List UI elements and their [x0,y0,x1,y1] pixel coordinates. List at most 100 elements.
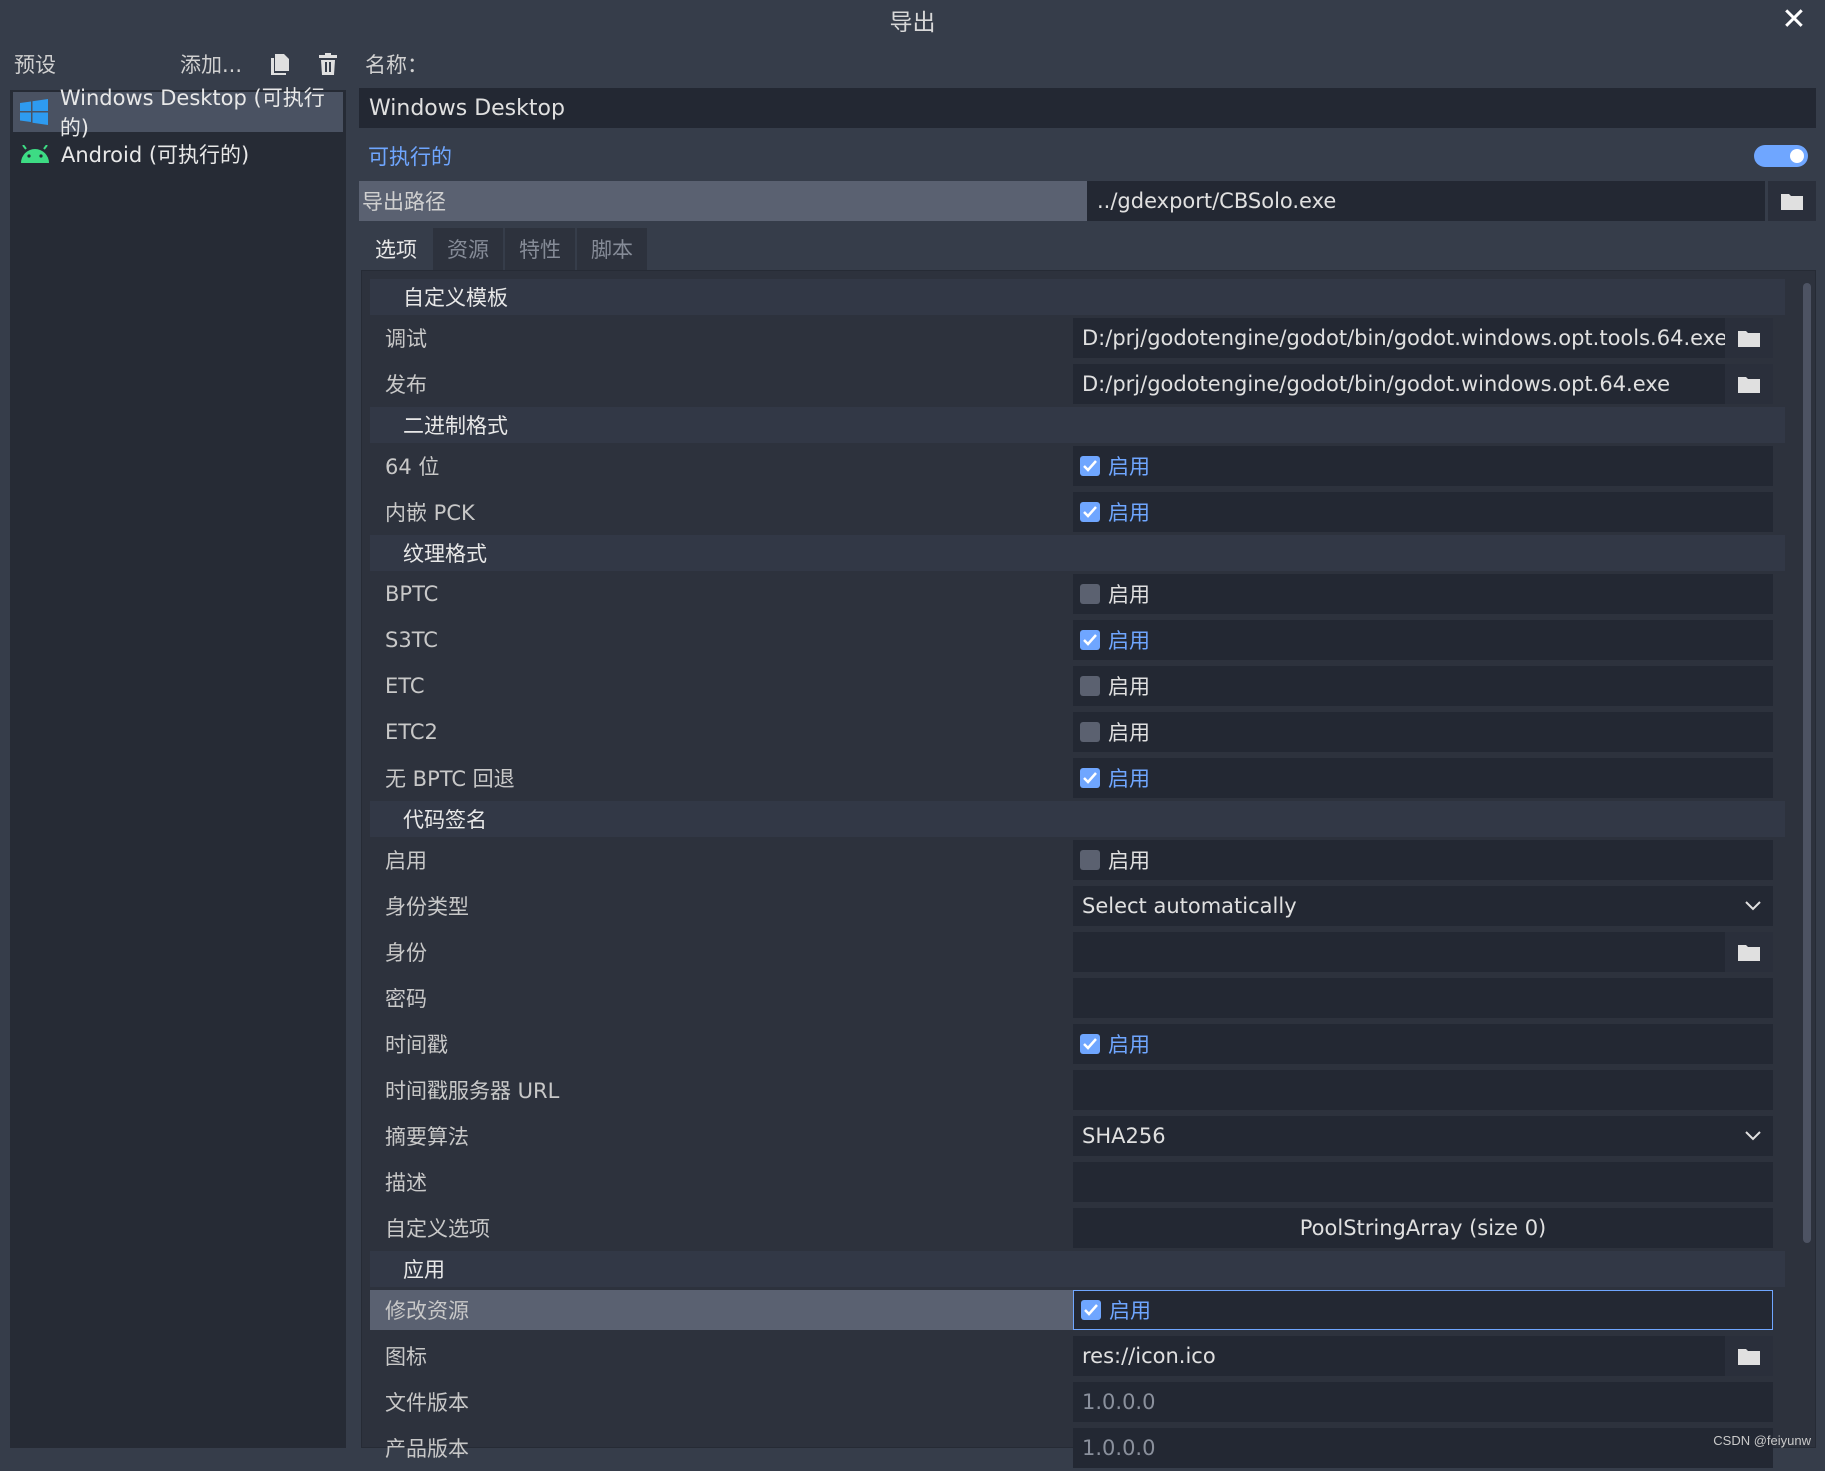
inspector-scrollbar[interactable] [1803,283,1811,1243]
etc2-checkbox[interactable]: 启用 [1073,717,1150,747]
prop-label: 自定义选项 [385,1217,490,1241]
prop-label: 调试 [385,327,427,351]
prop-debug-template: 调试 D:/prj/godotengine/godot/bin/godot.wi… [370,315,1785,361]
trash-icon[interactable] [312,48,344,80]
folder-icon[interactable] [1725,1336,1773,1376]
64-bits-checkbox[interactable]: 启用 [1073,451,1150,481]
prop-label: 文件版本 [385,1391,469,1415]
prop-label: BPTC [385,582,439,606]
presets-label: 预设 [14,53,56,77]
section-application[interactable]: 应用 [370,1251,1785,1287]
folder-icon[interactable] [1768,181,1816,221]
folder-icon[interactable] [1725,318,1773,358]
password-field[interactable] [1073,978,1773,1018]
description-field[interactable] [1073,1162,1773,1202]
prop-file-version: 文件版本 1.0.0.0 [370,1379,1785,1425]
presets-header: 预设 添加... [14,46,344,82]
prop-modify-resources: 修改资源 启用 [370,1287,1785,1333]
checkbox-label: 启用 [1108,501,1150,525]
runnable-toggle[interactable] [1754,145,1808,167]
checkmark-icon [1081,1300,1101,1320]
unchecked-box [1080,584,1100,604]
unchecked-box [1080,676,1100,696]
folder-icon[interactable] [1725,932,1773,972]
section-binary-format[interactable]: 二进制格式 [370,407,1785,443]
android-icon [19,140,51,168]
checkbox-label: 启用 [1108,455,1150,479]
name-label: 名称： [365,53,428,77]
prop-label: 无 BPTC 回退 [385,767,515,791]
prop-bptc: BPTC 启用 [370,571,1785,617]
prop-etc: ETC 启用 [370,663,1785,709]
preset-label: Windows Desktop (可执行的) [59,86,325,140]
checkmark-icon [1080,456,1100,476]
add-preset-button[interactable]: 添加... [180,49,242,79]
prop-value: 1.0.0.0 [1082,1390,1156,1414]
tab-script[interactable]: 脚本 [577,228,647,270]
preset-name-value: Windows Desktop [369,95,565,121]
unchecked-box [1080,850,1100,870]
prop-label: 产品版本 [385,1437,469,1461]
duplicate-icon[interactable] [264,48,296,80]
prop-digest-algorithm: 摘要算法 SHA256 [370,1113,1785,1159]
prop-timestamp: 时间戳 启用 [370,1021,1785,1067]
tab-features[interactable]: 特性 [505,228,575,270]
chevron-down-icon [1733,1131,1773,1141]
debug-template-field[interactable]: D:/prj/godotengine/godot/bin/godot.windo… [1073,318,1773,358]
section-custom-template[interactable]: 自定义模板 [370,279,1785,315]
checkbox-label: 启用 [1108,849,1150,873]
timestamp-checkbox[interactable]: 启用 [1073,1029,1150,1059]
checkbox-label: 启用 [1108,1033,1150,1057]
unchecked-box [1080,722,1100,742]
prop-label: ETC [385,674,425,698]
codesign-enable-checkbox[interactable]: 启用 [1073,845,1150,875]
checkbox-label: 启用 [1108,721,1150,745]
export-path-field[interactable]: ../gdexport/CBSolo.exe [1087,181,1765,221]
release-template-field[interactable]: D:/prj/godotengine/godot/bin/godot.windo… [1073,364,1773,404]
prop-label: 身份 [385,941,427,965]
file-version-field[interactable]: 1.0.0.0 [1073,1382,1773,1422]
prop-label: 修改资源 [370,1290,1073,1330]
s3tc-checkbox[interactable]: 启用 [1073,625,1150,655]
prop-label: 身份类型 [385,895,469,919]
custom-options-button[interactable]: PoolStringArray (size 0) [1073,1208,1773,1248]
embed-pck-checkbox[interactable]: 启用 [1073,497,1150,527]
checkmark-icon [1080,1034,1100,1054]
checkmark-icon [1080,630,1100,650]
dropdown-value: SHA256 [1082,1124,1166,1148]
icon-path-field[interactable]: res://icon.ico [1073,1336,1773,1376]
tab-options[interactable]: 选项 [361,228,431,270]
preset-item-windows[interactable]: Windows Desktop (可执行的) [13,86,343,140]
no-bptc-fallback-checkbox[interactable]: 启用 [1073,763,1150,793]
preset-name-field[interactable]: Windows Desktop [359,88,1816,128]
identity-type-dropdown[interactable]: Select automatically [1073,886,1773,926]
options-inspector: 自定义模板 调试 D:/prj/godotengine/godot/bin/go… [361,270,1816,1468]
prop-description: 描述 [370,1159,1785,1205]
tab-bar: 选项 资源 特性 脚本 [361,228,649,270]
export-path-row: 导出路径 ../gdexport/CBSolo.exe [359,181,1816,221]
prop-value: 1.0.0.0 [1082,1436,1156,1460]
section-codesign[interactable]: 代码签名 [370,801,1785,837]
checkbox-label: 启用 [1108,675,1150,699]
prop-label: 64 位 [385,455,440,479]
dropdown-value: Select automatically [1082,894,1297,918]
prop-value: D:/prj/godotengine/godot/bin/godot.windo… [1082,326,1725,350]
prop-identity-type: 身份类型 Select automatically [370,883,1785,929]
identity-field[interactable] [1073,932,1773,972]
prop-label: 时间戳 [385,1033,448,1057]
folder-icon[interactable] [1725,364,1773,404]
digest-dropdown[interactable]: SHA256 [1073,1116,1773,1156]
product-version-field[interactable]: 1.0.0.0 [1073,1428,1773,1468]
prop-release-template: 发布 D:/prj/godotengine/godot/bin/godot.wi… [370,361,1785,407]
watermark: CSDN @feiyunw [1713,1433,1811,1448]
prop-value: res://icon.ico [1082,1344,1216,1368]
etc-checkbox[interactable]: 启用 [1073,671,1150,701]
section-texture-format[interactable]: 纹理格式 [370,535,1785,571]
tab-resources[interactable]: 资源 [433,228,503,270]
prop-password: 密码 [370,975,1785,1021]
close-icon[interactable]: ✕ [1777,2,1811,37]
bptc-checkbox[interactable]: 启用 [1073,579,1150,609]
runnable-label: 可执行的 [368,145,452,169]
timestamp-url-field[interactable] [1073,1070,1773,1110]
modify-resources-checkbox[interactable]: 启用 [1074,1295,1151,1325]
